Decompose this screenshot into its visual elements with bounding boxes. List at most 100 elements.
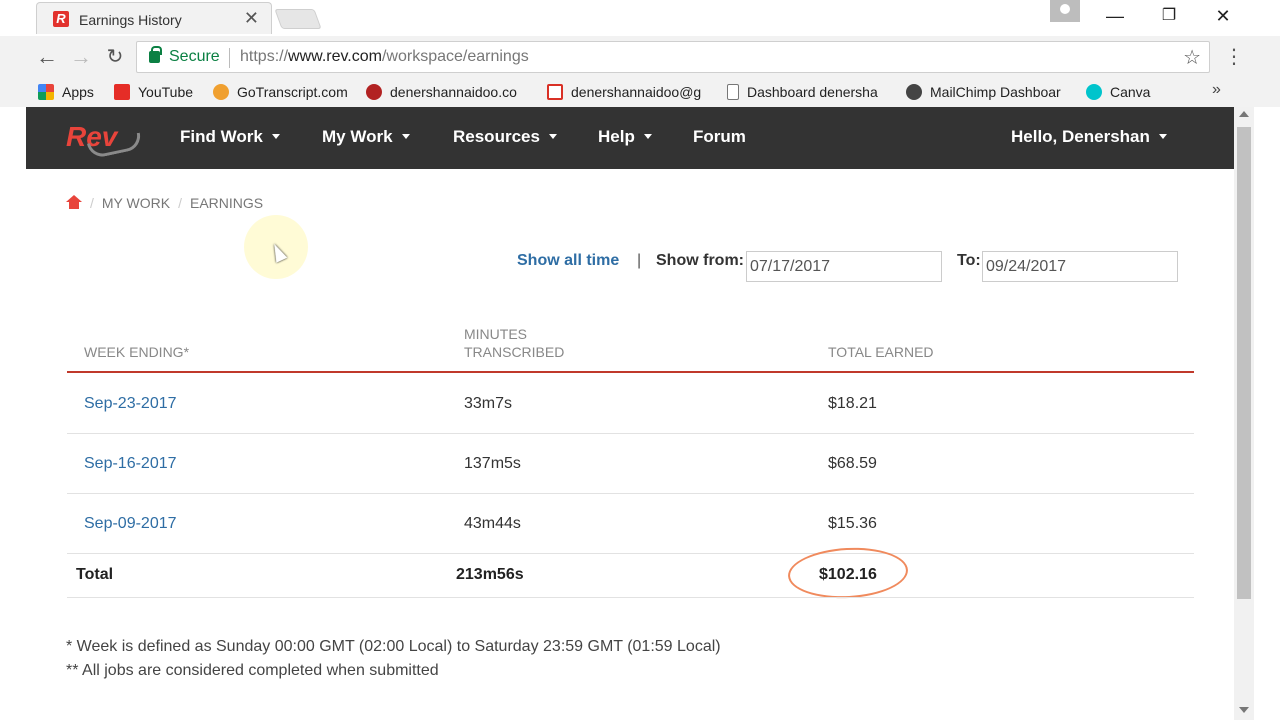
- row-minutes: 137m5s: [464, 455, 521, 472]
- browser-tab[interactable]: R Earnings History ✕: [36, 2, 272, 34]
- bookmarks-overflow-icon[interactable]: »: [1212, 81, 1221, 99]
- breadcrumb-earnings: EARNINGS: [189, 195, 264, 211]
- caret-down-icon: [643, 134, 652, 139]
- restore-icon[interactable]: ❐: [1154, 4, 1184, 28]
- reload-icon[interactable]: ↻: [102, 44, 128, 70]
- site-navbar: Rev Find Work My Work Resources Help For…: [26, 107, 1234, 169]
- rev-favicon-icon: R: [53, 11, 69, 27]
- address-bar[interactable]: Secure https://www.rev.com/workspace/ear…: [136, 41, 1210, 73]
- bookmark-gotranscript[interactable]: GoTranscript.com: [213, 81, 358, 103]
- nav-resources[interactable]: Resources: [453, 127, 557, 147]
- tab-title: Earnings History: [79, 12, 182, 28]
- row-week-link[interactable]: Sep-16-2017: [84, 455, 177, 473]
- new-tab-button[interactable]: [274, 9, 322, 29]
- canva-icon: [1086, 84, 1102, 100]
- bookmark-label: YouTube: [138, 84, 194, 100]
- bookmark-label: Apps: [62, 84, 94, 100]
- table-header-rule: [67, 371, 1194, 373]
- secure-label: Secure: [169, 48, 220, 65]
- lock-icon: [149, 46, 162, 63]
- nav-forum[interactable]: Forum: [693, 127, 746, 147]
- scroll-down-icon[interactable]: [1239, 707, 1249, 713]
- filter-separator: |: [637, 252, 642, 269]
- bookmark-apps[interactable]: Apps: [38, 81, 108, 103]
- scrollbar-thumb[interactable]: [1237, 127, 1251, 599]
- footnote-week-definition: * Week is defined as Sunday 00:00 GMT (0…: [66, 638, 721, 655]
- forward-arrow-icon[interactable]: →: [68, 44, 94, 70]
- bookmark-youtube[interactable]: YouTube: [114, 81, 206, 103]
- row-week-link[interactable]: Sep-23-2017: [84, 395, 177, 413]
- bookmark-canva[interactable]: Canva: [1086, 81, 1166, 103]
- nav-help[interactable]: Help: [598, 127, 652, 147]
- caret-down-icon: [271, 134, 280, 139]
- page-scrollbar[interactable]: [1234, 107, 1254, 720]
- nav-label: My Work: [322, 127, 393, 146]
- apps-grid-icon: [38, 84, 54, 100]
- bookmark-label: MailChimp Dashboar: [930, 84, 1061, 100]
- header-total-earned: TOTAL EARNED: [828, 344, 934, 360]
- bookmark-label: Canva: [1110, 84, 1151, 100]
- to-label: To:: [957, 252, 981, 269]
- url-text[interactable]: https://www.rev.com/workspace/earnings: [240, 48, 529, 66]
- browser-menu-icon[interactable]: ⋮: [1224, 44, 1244, 69]
- nav-label: Help: [598, 127, 635, 146]
- nav-my-work[interactable]: My Work: [322, 127, 410, 147]
- tab-close-icon[interactable]: ✕: [244, 8, 259, 28]
- close-window-icon[interactable]: ✕: [1208, 4, 1238, 28]
- row-earned: $15.36: [828, 515, 877, 532]
- to-date-input[interactable]: [982, 251, 1178, 282]
- gmail-icon: [547, 84, 563, 100]
- profile-icon[interactable]: [1050, 0, 1080, 22]
- row-earned: $68.59: [828, 455, 877, 472]
- header-transcribed: TRANSCRIBED: [464, 344, 565, 360]
- bookmark-label: Dashboard denersha: [747, 84, 878, 100]
- gotranscript-icon: [213, 84, 229, 100]
- bookmark-denershannaidoo-site[interactable]: denershannaidoo.co: [366, 81, 531, 103]
- url-path: /workspace/earnings: [381, 48, 529, 65]
- show-all-time-link[interactable]: Show all time: [517, 252, 619, 270]
- nav-label: Forum: [693, 127, 746, 146]
- caret-down-icon: [548, 134, 557, 139]
- rev-logo[interactable]: Rev: [66, 121, 117, 153]
- breadcrumb-separator: /: [90, 195, 94, 211]
- mailchimp-icon: [906, 84, 922, 100]
- nav-label: Find Work: [180, 127, 263, 146]
- breadcrumb-separator: /: [178, 195, 182, 211]
- back-arrow-icon[interactable]: ←: [34, 44, 60, 70]
- address-separator: [229, 48, 230, 68]
- row-earned: $18.21: [828, 395, 877, 412]
- url-prefix: https://: [240, 48, 289, 65]
- browser-toolbar: ← → ↻ Secure https://www.rev.com/workspa…: [0, 36, 1280, 78]
- bookmark-label: denershannaidoo@g: [571, 84, 702, 100]
- bookmark-dashboard[interactable]: Dashboard denersha: [727, 81, 889, 103]
- row-minutes: 33m7s: [464, 395, 513, 412]
- row-week-link[interactable]: Sep-09-2017: [84, 515, 177, 533]
- page-icon: [727, 84, 739, 100]
- scroll-up-icon[interactable]: [1239, 111, 1249, 117]
- caret-down-icon: [1158, 134, 1167, 139]
- nav-label: Resources: [453, 127, 540, 146]
- nav-find-work[interactable]: Find Work: [180, 127, 280, 147]
- breadcrumb-my-work[interactable]: MY WORK: [102, 195, 170, 211]
- breadcrumb: / MY WORK / EARNINGS: [66, 195, 263, 211]
- user-menu[interactable]: Hello, Denershan: [1011, 127, 1167, 147]
- row-divider: [67, 553, 1194, 554]
- row-divider: [67, 433, 1194, 434]
- row-divider: [67, 493, 1194, 494]
- youtube-icon: [114, 84, 130, 100]
- row-minutes: 43m44s: [464, 515, 521, 532]
- bookmark-label: GoTranscript.com: [237, 84, 348, 100]
- bookmark-gmail[interactable]: denershannaidoo@g: [547, 81, 712, 103]
- header-minutes: MINUTES: [464, 326, 527, 342]
- page-viewport: Rev Find Work My Work Resources Help For…: [26, 107, 1234, 720]
- bookmark-mailchimp[interactable]: MailChimp Dashboar: [906, 81, 1074, 103]
- bookmarks-bar: Apps YouTube GoTranscript.com denershann…: [0, 78, 1280, 107]
- minimize-icon[interactable]: —: [1100, 4, 1130, 28]
- bookmark-label: denershannaidoo.co: [390, 84, 517, 100]
- browser-chrome: R Earnings History ✕ — ❐ ✕ ← → ↻ Secure …: [0, 0, 1280, 107]
- row-divider: [67, 597, 1194, 598]
- total-minutes: 213m56s: [456, 566, 524, 583]
- bookmark-star-icon[interactable]: ☆: [1183, 45, 1201, 70]
- from-date-input[interactable]: [746, 251, 942, 282]
- home-icon[interactable]: [66, 195, 82, 209]
